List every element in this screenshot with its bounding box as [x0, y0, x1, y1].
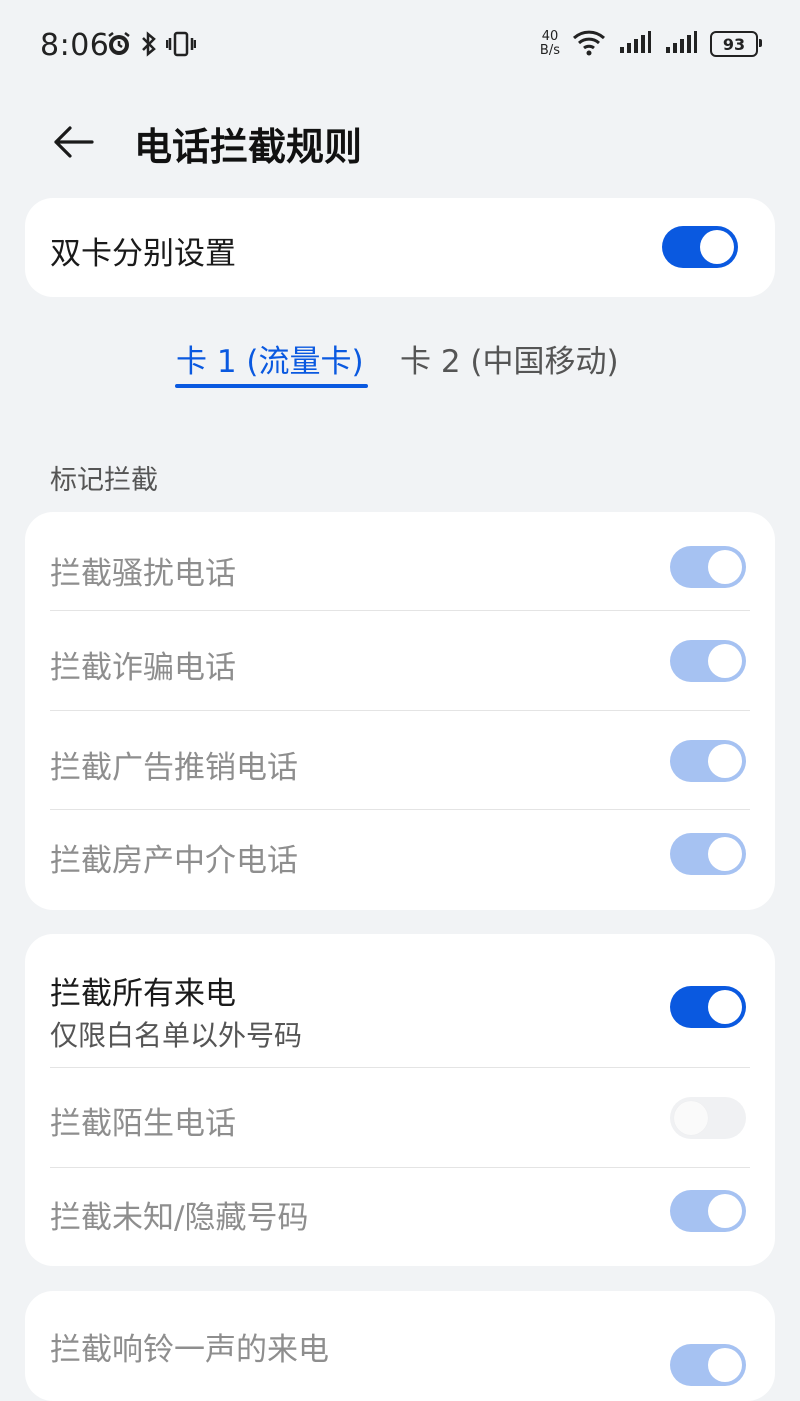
back-button[interactable]: [48, 116, 100, 168]
list-item-unknown-hidden[interactable]: 拦截未知/隐藏号码: [50, 1168, 750, 1266]
block-all-label: 拦截所有来电: [50, 976, 236, 1012]
toggle-knob: [708, 837, 742, 871]
real-estate-toggle[interactable]: [670, 833, 746, 875]
stranger-toggle[interactable]: [670, 1097, 746, 1139]
block-all-card: 拦截所有来电 仅限白名单以外号码 拦截陌生电话 拦截未知/隐藏号码: [25, 934, 775, 1266]
list-item-real-estate[interactable]: 拦截房产中介电话: [50, 810, 750, 910]
toggle-knob: [708, 550, 742, 584]
tab-sim2[interactable]: 卡 2 (中国移动): [400, 336, 619, 381]
list-item-harassment[interactable]: 拦截骚扰电话: [50, 512, 750, 610]
unknown-hidden-toggle[interactable]: [670, 1190, 746, 1232]
mark-block-card: 拦截骚扰电话 拦截诈骗电话 拦截广告推销电话 拦截房产中介电话: [25, 512, 775, 910]
row-label: 拦截响铃一声的来电: [50, 1332, 329, 1368]
list-item-fraud[interactable]: 拦截诈骗电话: [50, 611, 750, 710]
status-right: 40 B/s 93: [540, 28, 762, 60]
section-title-mark-block: 标记拦截: [50, 465, 158, 496]
harassment-toggle[interactable]: [670, 546, 746, 588]
toggle-knob: [674, 1101, 708, 1135]
signal-icon-2: [664, 29, 698, 59]
bluetooth-icon: [140, 30, 158, 62]
block-all-toggle[interactable]: [670, 986, 746, 1028]
toggle-knob: [708, 644, 742, 678]
dual-sim-card: 双卡分别设置: [25, 198, 775, 297]
alarm-icon: [106, 30, 132, 62]
tab-sim1[interactable]: 卡 1 (流量卡): [176, 336, 364, 381]
row-label: 拦截房产中介电话: [50, 843, 298, 879]
toggle-knob: [708, 1348, 742, 1382]
status-bar: 8:06 40 B/s 93: [0, 0, 800, 92]
net-speed-value: 40: [541, 29, 559, 44]
wifi-icon: [572, 28, 606, 60]
row-label: 拦截诈骗电话: [50, 650, 236, 686]
ring-once-toggle[interactable]: [670, 1344, 746, 1386]
battery-level: 93: [722, 34, 746, 54]
net-speed-unit: B/s: [539, 43, 560, 58]
header: 电话拦截规则: [0, 100, 800, 184]
page-title: 电话拦截规则: [134, 125, 363, 169]
row-label: 拦截未知/隐藏号码: [50, 1200, 309, 1236]
list-item-ring-once[interactable]: 拦截响铃一声的来电: [50, 1291, 750, 1401]
signal-icon: [618, 29, 652, 59]
back-arrow-icon: [54, 126, 94, 158]
toggle-knob: [708, 744, 742, 778]
dual-sim-label: 双卡分别设置: [50, 236, 236, 272]
block-all-row[interactable]: 拦截所有来电 仅限白名单以外号码: [50, 934, 750, 1067]
status-left-icons: [106, 30, 197, 62]
toggle-knob: [700, 230, 734, 264]
toggle-knob: [708, 990, 742, 1024]
toggle-knob: [708, 1194, 742, 1228]
tab-indicator: [175, 384, 368, 388]
list-item-stranger[interactable]: 拦截陌生电话: [50, 1068, 750, 1167]
row-label: 拦截骚扰电话: [50, 556, 236, 592]
ring-once-card: 拦截响铃一声的来电: [25, 1291, 775, 1401]
row-label: 拦截陌生电话: [50, 1106, 236, 1142]
status-time: 8:06: [40, 28, 110, 63]
fraud-toggle[interactable]: [670, 640, 746, 682]
block-all-sublabel: 仅限白名单以外号码: [50, 1019, 303, 1052]
row-label: 拦截广告推销电话: [50, 750, 298, 786]
advertising-toggle[interactable]: [670, 740, 746, 782]
sim-tabs: 卡 1 (流量卡) 卡 2 (中国移动): [0, 330, 800, 400]
net-speed: 40 B/s: [540, 30, 560, 58]
dual-sim-row[interactable]: 双卡分别设置: [50, 198, 750, 297]
list-item-advertising[interactable]: 拦截广告推销电话: [50, 711, 750, 810]
battery-icon: 93: [710, 31, 762, 57]
dual-sim-toggle[interactable]: [662, 226, 738, 268]
vibrate-icon: [165, 30, 197, 62]
